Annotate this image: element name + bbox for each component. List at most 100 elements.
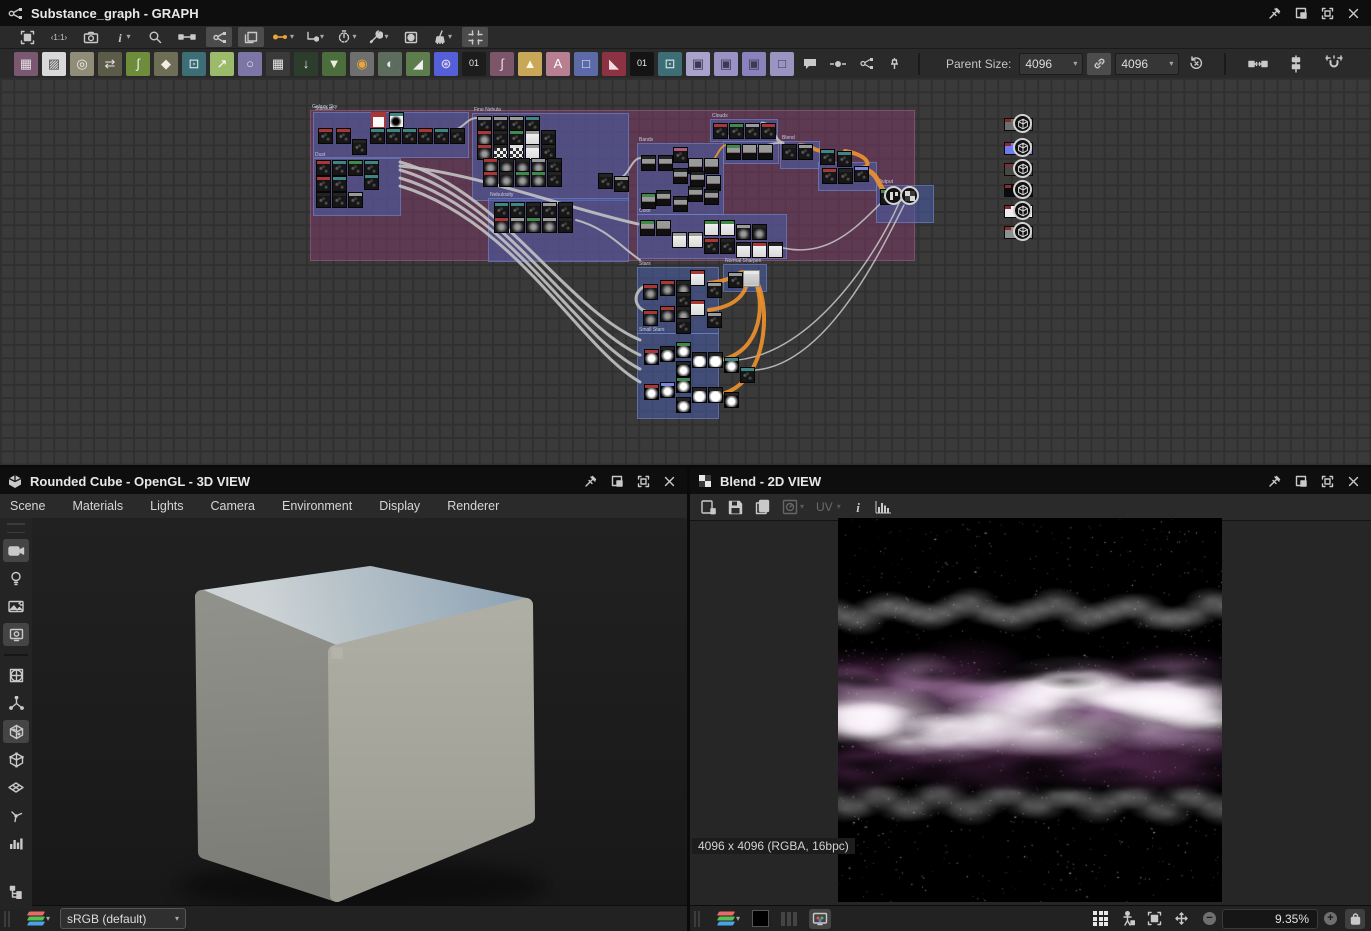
graph-node[interactable] bbox=[641, 155, 656, 171]
close-icon[interactable] bbox=[1348, 8, 1359, 19]
graph-node[interactable] bbox=[644, 349, 659, 365]
graph-node[interactable] bbox=[499, 171, 514, 187]
graph-node[interactable] bbox=[656, 190, 671, 206]
camera-icon[interactable] bbox=[3, 539, 29, 562]
snap-magnet-icon[interactable] bbox=[1322, 53, 1346, 75]
graph-node[interactable] bbox=[676, 342, 691, 358]
copy-icon[interactable] bbox=[755, 499, 770, 515]
node-button-shape[interactable]: ○ bbox=[238, 52, 262, 76]
graph-node[interactable] bbox=[838, 168, 853, 184]
hierarchy-icon[interactable] bbox=[3, 880, 29, 903]
graph-node[interactable] bbox=[643, 310, 658, 326]
graph-node[interactable] bbox=[690, 171, 705, 187]
graph-node[interactable] bbox=[558, 202, 573, 218]
graph-node[interactable] bbox=[768, 242, 783, 258]
material-output-icon[interactable] bbox=[1013, 159, 1032, 178]
parent-width-select[interactable]: 4096▾ bbox=[1019, 53, 1083, 75]
node-button-blend[interactable]: ◉ bbox=[350, 52, 374, 76]
show-graph-button[interactable] bbox=[206, 27, 232, 47]
graph-node[interactable] bbox=[692, 387, 707, 403]
graph-node[interactable] bbox=[708, 387, 723, 403]
graph-node[interactable] bbox=[515, 171, 530, 187]
menu-lights[interactable]: Lights bbox=[150, 499, 183, 513]
node-button-transform-2d[interactable]: ⊡ bbox=[658, 52, 682, 76]
node-button-text[interactable]: A bbox=[546, 52, 570, 76]
graph-node[interactable] bbox=[332, 176, 347, 192]
graph-node[interactable] bbox=[708, 352, 723, 368]
material-output-icon[interactable] bbox=[1013, 222, 1032, 241]
graph-node[interactable] bbox=[707, 282, 722, 298]
graph-node[interactable] bbox=[542, 217, 557, 233]
graph-node[interactable] bbox=[837, 151, 852, 167]
graph-node[interactable] bbox=[526, 217, 541, 233]
node-button-directional-warp[interactable]: ⇄ bbox=[98, 52, 122, 76]
graph-node[interactable] bbox=[688, 232, 703, 248]
graph-node[interactable] bbox=[660, 280, 675, 296]
graph-node[interactable] bbox=[386, 128, 401, 144]
grid-toggle-icon[interactable] bbox=[1093, 911, 1108, 926]
graph-node[interactable] bbox=[688, 186, 703, 202]
maximize-icon[interactable] bbox=[637, 475, 650, 488]
graph-node[interactable] bbox=[658, 155, 673, 171]
graph-node[interactable] bbox=[510, 217, 525, 233]
graph-node[interactable] bbox=[752, 242, 767, 258]
cube-geometry-icon[interactable] bbox=[3, 720, 29, 743]
graph-node[interactable] bbox=[692, 352, 707, 368]
timer-icon[interactable]: ▾ bbox=[334, 27, 360, 47]
graph-node[interactable] bbox=[690, 300, 705, 316]
color-link-button[interactable]: ▾ bbox=[270, 27, 296, 47]
graph-node[interactable] bbox=[656, 220, 671, 236]
screenshot-button[interactable] bbox=[78, 27, 104, 47]
node-button-svg[interactable]: ▨ bbox=[42, 52, 66, 76]
snap-grid-button[interactable] bbox=[462, 27, 488, 47]
display-settings-icon[interactable] bbox=[3, 623, 29, 646]
graph-node[interactable] bbox=[672, 232, 687, 248]
graph-node[interactable] bbox=[434, 128, 449, 144]
wire-sphere-icon[interactable] bbox=[3, 664, 29, 687]
graph-node[interactable] bbox=[673, 168, 688, 184]
lock-zoom-button[interactable] bbox=[1345, 909, 1365, 929]
reset-size-icon[interactable] bbox=[1189, 56, 1204, 71]
graph-node[interactable] bbox=[316, 192, 331, 208]
graph-node[interactable] bbox=[364, 174, 379, 190]
graph-node[interactable] bbox=[724, 392, 739, 408]
mannequin-icon[interactable] bbox=[1122, 911, 1135, 926]
graph-node[interactable] bbox=[704, 158, 719, 174]
view3d-viewport[interactable] bbox=[0, 518, 687, 905]
graph-node[interactable] bbox=[728, 272, 743, 288]
environment-icon[interactable] bbox=[3, 595, 29, 618]
graph-node[interactable] bbox=[660, 346, 675, 362]
node-button-gradient[interactable]: ▼ bbox=[322, 52, 346, 76]
graph-node[interactable] bbox=[542, 202, 557, 218]
graph-node[interactable] bbox=[371, 112, 386, 128]
graph-node[interactable] bbox=[389, 112, 404, 128]
graph-node[interactable] bbox=[418, 128, 433, 144]
graph-node[interactable] bbox=[726, 144, 741, 160]
node-button-pixel-processor[interactable]: ▣ bbox=[742, 52, 766, 76]
rgb-display-button[interactable] bbox=[809, 909, 831, 929]
connector-style-button[interactable]: ▾ bbox=[302, 27, 328, 47]
stats-icon[interactable] bbox=[3, 832, 29, 855]
graph-node[interactable] bbox=[820, 149, 835, 165]
clean-graph-button[interactable]: ▾ bbox=[430, 27, 456, 47]
graph-node[interactable] bbox=[352, 139, 367, 155]
node-button-slope-blur[interactable]: ◢ bbox=[406, 52, 430, 76]
menu-scene[interactable]: Scene bbox=[10, 499, 45, 513]
graph-node[interactable] bbox=[736, 224, 751, 240]
graph-node[interactable] bbox=[332, 160, 347, 176]
graph-node[interactable] bbox=[494, 202, 509, 218]
graph-node[interactable] bbox=[822, 168, 837, 184]
graph-node[interactable] bbox=[707, 312, 722, 328]
node-button-fx-map[interactable]: ▣ bbox=[686, 52, 710, 76]
node-button-tile-sampler[interactable]: ▦ bbox=[266, 52, 290, 76]
plane-icon[interactable] bbox=[3, 776, 29, 799]
graph-node[interactable] bbox=[348, 192, 363, 208]
graph-node[interactable] bbox=[673, 147, 688, 163]
node-button-transform[interactable]: ⊡ bbox=[182, 52, 206, 76]
graph-node[interactable] bbox=[348, 160, 363, 176]
node-button-hsl[interactable]: ⊛ bbox=[434, 52, 458, 76]
node-button-sharpen[interactable]: ◆ bbox=[154, 52, 178, 76]
pin-icon[interactable] bbox=[1268, 475, 1281, 488]
fit-frame-icon[interactable] bbox=[1147, 911, 1162, 926]
node-button-value-processor[interactable]: ▣ bbox=[714, 52, 738, 76]
